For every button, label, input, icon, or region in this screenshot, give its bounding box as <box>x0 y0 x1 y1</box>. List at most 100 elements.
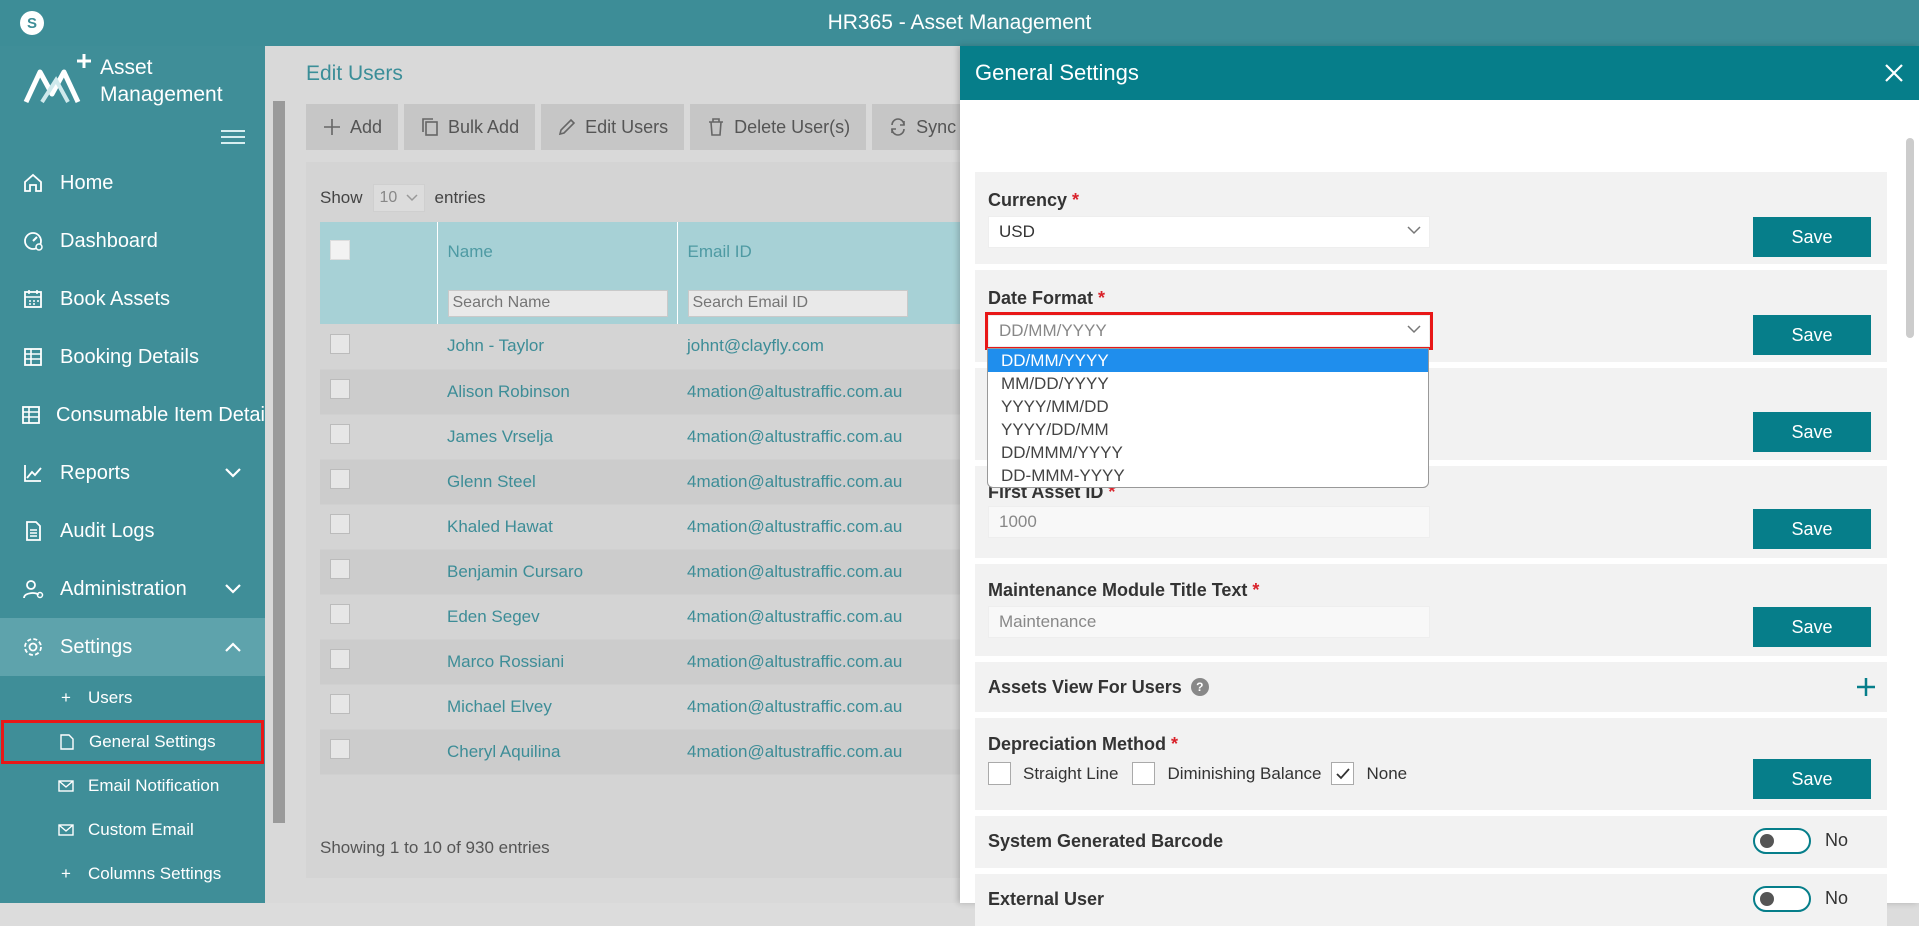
date-format-option[interactable]: DD/MMM/YYYY <box>988 441 1428 464</box>
chevron-up-icon[interactable] <box>223 637 243 657</box>
chevron-down-icon[interactable] <box>223 579 243 599</box>
row-checkbox[interactable] <box>330 694 350 714</box>
save-maintenance-title-button[interactable]: Save <box>1753 607 1871 647</box>
trash-icon <box>709 118 724 136</box>
row-checkbox[interactable] <box>330 514 350 534</box>
sharepoint-icon[interactable]: S <box>20 11 44 35</box>
sidebar-item-settings[interactable]: Settings <box>0 618 265 676</box>
column-header-name[interactable]: Name <box>437 222 678 282</box>
submenu-item-label: Users <box>88 688 133 707</box>
table-row[interactable]: Khaled Hawat 4mation@altustraffic.com.au <box>320 504 1026 550</box>
table-row[interactable]: Cheryl Aquilina 4mation@altustraffic.com.… <box>320 729 1026 775</box>
users-table-panel: Show 10 entries Name Email ID Search Nam… <box>306 162 1026 878</box>
external-user-toggle[interactable] <box>1753 886 1811 912</box>
user-name[interactable]: Benjamin Cursaro <box>437 549 677 595</box>
save-currency-button[interactable]: Save <box>1753 217 1871 257</box>
sidebar-item-home[interactable]: Home <box>0 154 265 212</box>
date-format-option[interactable]: YYYY/MM/DD <box>988 395 1428 418</box>
maintenance-title-input[interactable]: Maintenance <box>988 606 1430 638</box>
none-checkbox[interactable] <box>1331 762 1355 785</box>
bulk-add-button[interactable]: Bulk Add <box>404 104 536 150</box>
row-checkbox[interactable] <box>330 469 350 489</box>
user-name[interactable]: Alison Robinson <box>437 369 677 415</box>
page-scrollbar[interactable] <box>273 101 285 823</box>
table-row[interactable]: Marco Rossiani 4mation@altustraffic.com.a… <box>320 639 1026 685</box>
save-first-asset-id-button[interactable]: Save <box>1753 509 1871 549</box>
home-icon <box>20 170 46 196</box>
depreciation-section: Depreciation Method * Straight Line Dimi… <box>975 718 1887 810</box>
submenu-item-label: Email Notification <box>88 776 220 795</box>
document-icon <box>20 518 46 544</box>
table-row[interactable]: Benjamin Cursaro 4mation@altustraffic.com… <box>320 549 1026 595</box>
sidebar-item-book-assets[interactable]: Book Assets <box>0 270 265 328</box>
add-button[interactable]: Add <box>306 104 399 150</box>
submenu-item-email-notification[interactable]: Email Notification <box>0 764 265 808</box>
menu-toggle-icon[interactable] <box>221 130 245 144</box>
expand-plus-icon[interactable] <box>1855 676 1877 698</box>
date-format-option[interactable]: DD/MM/YYYY <box>988 349 1428 372</box>
submenu-item-columns-settings[interactable]: + Columns Settings <box>0 852 265 896</box>
search-name-input[interactable] <box>447 289 668 317</box>
user-name[interactable]: Khaled Hawat <box>437 504 677 550</box>
search-email-input[interactable] <box>687 289 908 317</box>
date-format-select[interactable]: DD/MM/YYYY <box>985 312 1433 350</box>
user-name[interactable]: Cheryl Aquilina <box>437 729 677 775</box>
select-all-checkbox[interactable] <box>330 239 350 260</box>
straight-line-checkbox[interactable] <box>988 762 1011 785</box>
app-logo[interactable]: Asset Management <box>22 50 223 110</box>
submenu-item-label: General Settings <box>89 732 216 751</box>
currency-select[interactable]: USD <box>988 216 1430 248</box>
row-checkbox[interactable] <box>330 424 350 444</box>
table-row[interactable]: Michael Elvey 4mation@altustraffic.com.au <box>320 684 1026 730</box>
sidebar-item-consumable-items[interactable]: Consumable Item Details <box>0 386 265 444</box>
date-format-option[interactable]: DD-MMM-YYYY <box>988 464 1428 487</box>
entries-select[interactable]: 10 <box>372 184 425 212</box>
edit-users-button[interactable]: Edit Users <box>541 104 685 150</box>
row-checkbox[interactable] <box>330 379 350 399</box>
row-checkbox[interactable] <box>330 333 350 354</box>
sidebar-item-administration[interactable]: Administration <box>0 560 265 618</box>
sidebar-item-booking-details[interactable]: Booking Details <box>0 328 265 386</box>
diminishing-balance-checkbox[interactable] <box>1132 762 1156 785</box>
sidebar-item-dashboard[interactable]: Dashboard <box>0 212 265 270</box>
user-name[interactable]: Marco Rossiani <box>437 639 677 685</box>
system-barcode-toggle[interactable] <box>1753 828 1811 854</box>
user-name[interactable]: Michael Elvey <box>437 684 677 730</box>
row-checkbox[interactable] <box>330 739 350 759</box>
date-format-option[interactable]: YYYY/DD/MM <box>988 418 1428 441</box>
table-row[interactable]: Alison Robinson 4mation@altustraffic.com.… <box>320 369 1026 415</box>
table-row[interactable]: Eden Segev 4mation@altustraffic.com.au <box>320 594 1026 640</box>
currency-label: Currency * <box>988 190 1079 211</box>
save-depreciation-button[interactable]: Save <box>1753 759 1871 799</box>
submenu-item-general-settings[interactable]: General Settings <box>1 720 264 764</box>
date-format-option[interactable]: MM/DD/YYYY <box>988 372 1428 395</box>
sidebar-item-audit-logs[interactable]: Audit Logs <box>0 502 265 560</box>
submenu-item-custom-email[interactable]: Custom Email <box>0 808 265 852</box>
row-checkbox[interactable] <box>330 604 350 624</box>
user-name[interactable]: James Vrselja <box>437 414 677 460</box>
delete-users-button[interactable]: Delete User(s) <box>690 104 867 150</box>
first-asset-id-input[interactable]: 1000 <box>988 506 1430 538</box>
plus-icon <box>324 119 340 135</box>
save-button[interactable]: Save <box>1753 412 1871 452</box>
sync-button[interactable]: Sync <box>872 104 973 150</box>
chevron-down-icon[interactable] <box>223 463 243 483</box>
table-row[interactable]: James Vrselja 4mation@altustraffic.com.au <box>320 414 1026 460</box>
row-checkbox[interactable] <box>330 559 350 579</box>
sidebar-item-reports[interactable]: Reports <box>0 444 265 502</box>
external-user-label: External User <box>988 889 1105 909</box>
maintenance-title-label-text: Maintenance Module Title Text <box>988 580 1248 600</box>
save-date-format-button[interactable]: Save <box>1753 315 1871 355</box>
user-name[interactable]: John - Taylor <box>437 324 677 370</box>
row-checkbox[interactable] <box>330 649 350 669</box>
close-icon[interactable] <box>1881 60 1907 86</box>
user-name[interactable]: Eden Segev <box>437 594 677 640</box>
table-row[interactable]: Glenn Steel 4mation@altustraffic.com.au <box>320 459 1026 505</box>
panel-scrollbar[interactable] <box>1906 138 1914 338</box>
table-row[interactable]: John - Taylor johnt@clayfly.com <box>320 324 1026 370</box>
user-name[interactable]: Glenn Steel <box>437 459 677 505</box>
submenu-item-users[interactable]: + Users <box>0 676 265 720</box>
help-icon[interactable]: ? <box>1190 678 1209 696</box>
sidebar-nav: Home Dashboard Book Assets Booking Detai… <box>0 154 265 896</box>
assets-view-label-text: Assets View For Users <box>988 677 1182 697</box>
